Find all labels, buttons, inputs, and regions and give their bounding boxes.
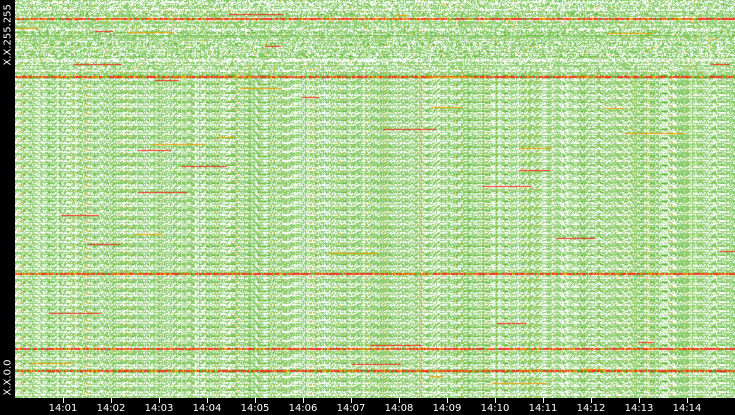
x-tick-label: 14:10 bbox=[480, 403, 510, 414]
x-tick-label: 14:13 bbox=[624, 403, 654, 414]
x-tick-label: 14:06 bbox=[288, 403, 318, 414]
x-tick-label: 14:05 bbox=[240, 403, 270, 414]
x-tick-label: 14:08 bbox=[384, 403, 414, 414]
x-tick-label: 14:03 bbox=[144, 403, 174, 414]
x-tick-label: 14:02 bbox=[96, 403, 126, 414]
x-tick-label: 14:14 bbox=[672, 403, 702, 414]
x-tick-label: 14:11 bbox=[528, 403, 558, 414]
y-axis-label-bottom: X.X.0.0 bbox=[2, 359, 14, 396]
heatmap-canvas bbox=[15, 0, 735, 398]
x-tick-label: 14:09 bbox=[432, 403, 462, 414]
x-tick-label: 14:12 bbox=[576, 403, 606, 414]
x-tick-label: 14:01 bbox=[48, 403, 78, 414]
y-axis-label-top: X.X.255.255 bbox=[2, 4, 14, 66]
traffic-heatmap: X.X.255.255 X.X.0.0 14:01 14:02 14:03 14:04… bbox=[0, 0, 735, 415]
x-tick-label: 14:07 bbox=[336, 403, 366, 414]
x-tick-label: 14:04 bbox=[192, 403, 222, 414]
